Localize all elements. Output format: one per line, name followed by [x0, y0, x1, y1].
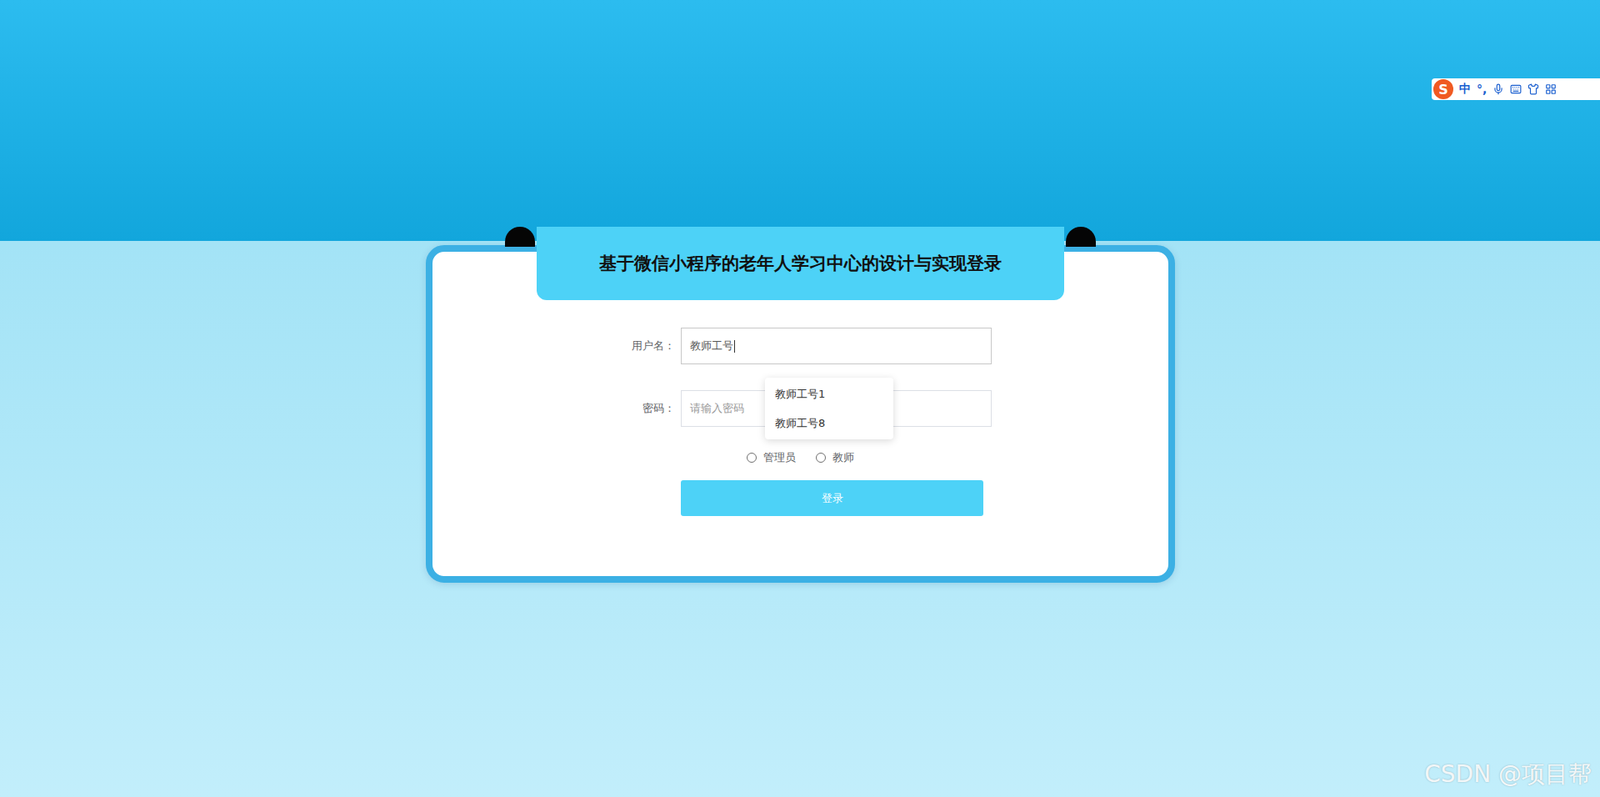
right-knob	[1065, 226, 1096, 247]
form-row: 用户名： 教师工号教师工号1教师工号8	[608, 327, 992, 365]
radio-circle[interactable]	[815, 452, 826, 463]
autocomplete-item[interactable]: 教师工号1	[765, 379, 894, 409]
login-title: 基于微信小程序的老年人学习中心的设计与实现登录	[599, 251, 1002, 275]
ime-item[interactable]: 中	[1459, 81, 1471, 97]
text-caret	[734, 340, 735, 353]
keyboard-icon[interactable]	[1510, 83, 1522, 95]
radio-circle[interactable]	[746, 452, 757, 463]
watermark: CSDN @项目帮	[1424, 758, 1592, 790]
autocomplete-menu: 教师工号1教师工号8	[765, 377, 894, 440]
button-row: 登录	[608, 480, 992, 516]
autocomplete-item[interactable]: 教师工号8	[765, 408, 894, 438]
left-knob	[505, 226, 535, 247]
title-tab: 基于微信小程序的老年人学习中心的设计与实现登录	[536, 226, 1065, 300]
ime-toolbar[interactable]: S中 °,	[1431, 78, 1600, 100]
field-label: 密码：	[608, 400, 675, 416]
ime-logo-icon[interactable]: S	[1433, 79, 1454, 100]
grid-icon[interactable]	[1545, 83, 1557, 95]
field-value: 教师工号	[690, 338, 734, 354]
ime-item[interactable]: °,	[1476, 82, 1487, 96]
role-group: 管理员 教师	[608, 450, 992, 465]
role-radio[interactable]: 管理员	[746, 450, 796, 465]
login-page: S中°,基于微信小程序的老年人学习中心的设计与实现登录用户名：教师工号教师工号1…	[0, 0, 1600, 797]
text-field[interactable]: 教师工号	[680, 327, 992, 365]
login-card: 基于微信小程序的老年人学习中心的设计与实现登录用户名：教师工号教师工号1教师工号…	[425, 245, 1175, 583]
field-placeholder: 请输入密码	[690, 400, 745, 416]
field-label: 用户名：	[608, 338, 675, 354]
shirt-icon[interactable]	[1527, 83, 1540, 95]
login-button[interactable]: 登录	[680, 480, 984, 516]
role-radio[interactable]: 教师	[815, 450, 855, 465]
field-wrap: 教师工号教师工号1教师工号8	[680, 327, 992, 365]
login-form: 用户名：教师工号教师工号1教师工号8密码：请输入密码管理员教师登录	[608, 327, 992, 516]
mic-icon[interactable]	[1492, 83, 1505, 95]
